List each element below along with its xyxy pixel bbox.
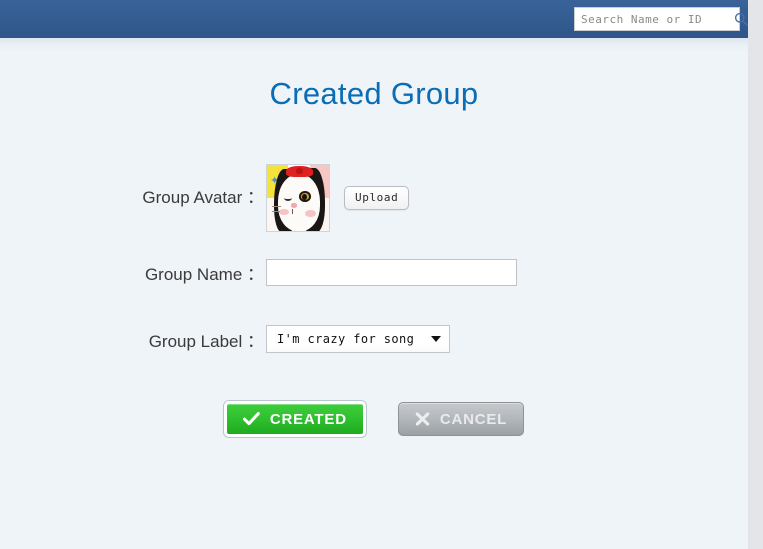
group-name-label: Group Name ： xyxy=(0,260,266,285)
cancel-button-label: CANCEL xyxy=(440,411,507,428)
app-header-bar xyxy=(0,0,748,38)
group-name-input[interactable] xyxy=(266,259,517,286)
page-title: Created Group xyxy=(0,76,748,112)
search-icon xyxy=(734,12,748,26)
form-row-group-avatar: Group Avatar ： ✦ xyxy=(0,158,748,238)
group-label-label: Group Label ： xyxy=(0,327,266,352)
group-avatar-field: ✦ xyxy=(266,164,748,232)
avatar[interactable]: ✦ xyxy=(266,164,330,232)
scrollbar-gutter[interactable] xyxy=(748,0,763,549)
form-actions: CREATED CANCEL xyxy=(0,401,748,437)
group-label-field: I'm crazy for song xyxy=(266,325,748,353)
created-button[interactable]: CREATED xyxy=(224,401,366,437)
created-button-label: CREATED xyxy=(270,411,347,428)
search-box[interactable] xyxy=(574,7,740,31)
group-label-selected-value: I'm crazy for song xyxy=(277,332,414,346)
chevron-down-icon xyxy=(431,336,441,342)
check-icon xyxy=(243,412,260,426)
group-name-field xyxy=(266,259,748,286)
form-row-group-label: Group Label ： I'm crazy for song xyxy=(0,306,748,372)
avatar-image: ✦ xyxy=(267,165,329,231)
header-fade xyxy=(0,38,748,52)
search-button[interactable] xyxy=(734,8,748,30)
search-input[interactable] xyxy=(575,8,734,30)
created-group-form: Group Avatar ： ✦ xyxy=(0,158,748,372)
cancel-button[interactable]: CANCEL xyxy=(398,402,524,436)
form-row-group-name: Group Name ： xyxy=(0,238,748,306)
upload-button[interactable]: Upload xyxy=(344,186,409,210)
group-avatar-label: Group Avatar ： xyxy=(0,158,266,238)
close-icon xyxy=(415,412,430,426)
page-canvas: Created Group Group Avatar ： ✦ xyxy=(0,0,748,549)
group-label-select[interactable]: I'm crazy for song xyxy=(266,325,450,353)
